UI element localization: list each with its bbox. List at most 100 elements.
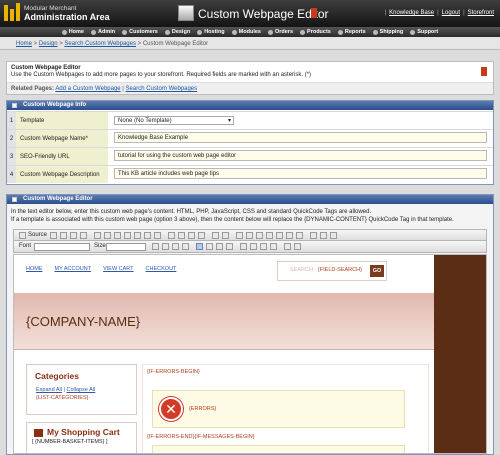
error-box: ✕ {ERRORS} xyxy=(152,390,405,428)
webpage-name-input[interactable]: Knowledge Base Example xyxy=(114,132,487,143)
nav-shipping[interactable]: Shipping xyxy=(372,29,403,35)
horizontal-rule-icon[interactable] xyxy=(266,232,273,239)
save-icon[interactable] xyxy=(50,232,57,239)
copy-icon[interactable] xyxy=(104,232,111,239)
template-search-box: SEARCH {FIELD-SEARCH} GO xyxy=(277,261,387,281)
font-select[interactable] xyxy=(34,243,90,251)
logout-link[interactable]: Logout xyxy=(442,10,460,16)
categories-title: Categories xyxy=(35,371,79,381)
nav-orders[interactable]: Orders xyxy=(267,29,294,35)
template-nav-cart[interactable]: VIEW CART xyxy=(103,266,133,272)
breadcrumb-design[interactable]: Design xyxy=(39,41,58,47)
source-button[interactable]: Source xyxy=(28,232,47,238)
customers-icon xyxy=(122,29,128,35)
nav-admin[interactable]: Admin xyxy=(90,29,115,35)
smiley-icon[interactable] xyxy=(276,232,283,239)
top-bar: Modular Merchant Administration Area Cus… xyxy=(0,0,500,27)
webpage-editor-panel: Custom Webpage Editor In the text editor… xyxy=(6,194,494,455)
orders-icon xyxy=(267,29,273,35)
cart-icon xyxy=(34,429,43,437)
paste-icon[interactable] xyxy=(114,232,121,239)
template-nav-home[interactable]: HOME xyxy=(26,266,43,272)
template-search-input[interactable]: SEARCH {FIELD-SEARCH} xyxy=(290,267,362,273)
row-label: SEO-Friendly URL xyxy=(16,148,108,165)
search-custom-webpages-link[interactable]: Search Custom Webpages xyxy=(126,86,198,92)
font-label: Font xyxy=(19,243,32,249)
page-break-icon[interactable] xyxy=(296,232,303,239)
table-icon[interactable] xyxy=(256,232,263,239)
nav-modules[interactable]: Modules xyxy=(231,29,261,35)
breadcrumb-home[interactable]: Home xyxy=(16,41,32,47)
outdent-icon[interactable] xyxy=(260,243,267,250)
nav-products[interactable]: Products xyxy=(300,29,331,35)
nav-customers[interactable]: Customers xyxy=(122,29,158,35)
align-right-icon[interactable] xyxy=(216,243,223,250)
size-select[interactable] xyxy=(106,243,146,251)
collapse-checkbox[interactable] xyxy=(12,197,17,202)
nav-home[interactable]: Home xyxy=(61,29,84,35)
templates-icon[interactable] xyxy=(80,232,87,239)
bullet-list-icon[interactable] xyxy=(250,243,257,250)
preview-icon[interactable] xyxy=(70,232,77,239)
bold-icon[interactable] xyxy=(152,243,159,250)
template-nav-checkout[interactable]: CHECKOUT xyxy=(146,266,177,272)
storefront-link[interactable]: Storefront xyxy=(468,10,494,16)
nav-reports[interactable]: Reports xyxy=(337,29,366,35)
panel-title: Custom Webpage Editor xyxy=(23,196,93,202)
remove-format-icon[interactable] xyxy=(222,232,229,239)
undo-icon[interactable] xyxy=(168,232,175,239)
print-icon[interactable] xyxy=(144,232,151,239)
special-char-icon[interactable] xyxy=(286,232,293,239)
background-color-icon[interactable] xyxy=(294,243,301,250)
flash-icon[interactable] xyxy=(246,232,253,239)
collapse-all-link[interactable]: Collapse All xyxy=(67,387,96,393)
justify-icon[interactable] xyxy=(226,243,233,250)
page-title: Custom Webpage Editor xyxy=(198,7,329,21)
knowledge-base-link[interactable]: Knowledge Base xyxy=(389,10,434,16)
nav-label: Reports xyxy=(344,29,366,35)
spellcheck-icon[interactable] xyxy=(154,232,161,239)
unlink-icon[interactable] xyxy=(320,232,327,239)
template-sidebar xyxy=(434,255,486,453)
italic-icon[interactable] xyxy=(162,243,169,250)
select-all-icon[interactable] xyxy=(212,232,219,239)
strikethrough-icon[interactable] xyxy=(182,243,189,250)
nav-support[interactable]: Support xyxy=(410,29,438,35)
new-page-icon[interactable] xyxy=(60,232,67,239)
indent-icon[interactable] xyxy=(270,243,277,250)
paste-text-icon[interactable] xyxy=(124,232,131,239)
text-color-icon[interactable] xyxy=(284,243,291,250)
description-input[interactable]: This KB article includes web page tips xyxy=(114,168,487,179)
source-icon[interactable] xyxy=(19,232,26,239)
help-book-icon[interactable] xyxy=(311,8,317,18)
image-icon[interactable] xyxy=(236,232,243,239)
align-center-icon[interactable] xyxy=(206,243,213,250)
nav-label: Orders xyxy=(274,29,294,35)
row-number: 1 xyxy=(7,112,16,129)
nav-hosting[interactable]: Hosting xyxy=(197,29,225,35)
go-button[interactable]: GO xyxy=(370,265,384,277)
editor-icon xyxy=(178,5,194,21)
breadcrumb-search[interactable]: Search Custom Webpages xyxy=(64,41,136,47)
cut-icon[interactable] xyxy=(94,232,101,239)
editor-content-area[interactable]: HOME MY ACCOUNT VIEW CART CHECKOUT SEARC… xyxy=(13,254,487,454)
underline-icon[interactable] xyxy=(172,243,179,250)
align-left-icon[interactable] xyxy=(196,243,203,250)
anchor-icon[interactable] xyxy=(330,232,337,239)
add-custom-webpage-link[interactable]: Add a Custom Webpage xyxy=(55,86,120,92)
template-nav-account[interactable]: MY ACCOUNT xyxy=(55,266,92,272)
seo-url-input[interactable]: tutorial for using the custom web page e… xyxy=(114,150,487,161)
numbered-list-icon[interactable] xyxy=(240,243,247,250)
redo-icon[interactable] xyxy=(178,232,185,239)
help-book-icon[interactable] xyxy=(481,67,487,76)
find-icon[interactable] xyxy=(188,232,195,239)
nav-design[interactable]: Design xyxy=(164,29,190,35)
link-icon[interactable] xyxy=(310,232,317,239)
replace-icon[interactable] xyxy=(198,232,205,239)
template-select[interactable]: None (No Template) xyxy=(114,116,234,125)
expand-all-link[interactable]: Expand All xyxy=(36,387,62,393)
cart-items-tag: [ {NUMBER-BASKET-ITEMS} ] xyxy=(32,439,108,445)
collapse-checkbox[interactable] xyxy=(12,103,17,108)
paste-word-icon[interactable] xyxy=(134,232,141,239)
categories-panel: Categories Expand All | Collapse All {LI… xyxy=(26,364,137,415)
